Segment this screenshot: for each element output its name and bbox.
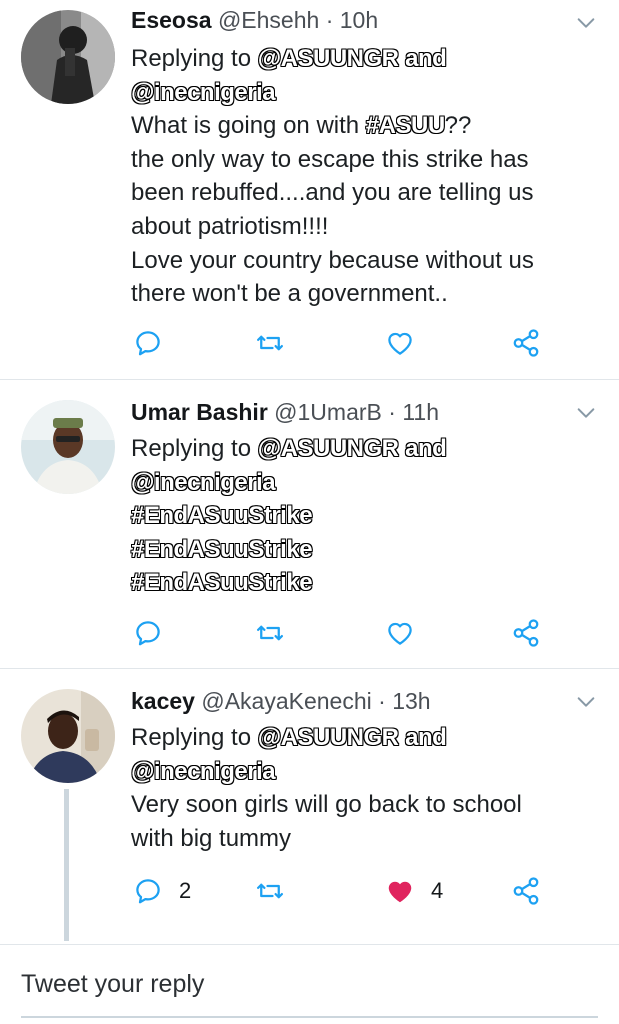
replying-prefix: Replying to xyxy=(131,435,258,462)
retweet-button[interactable] xyxy=(255,618,285,648)
share-icon xyxy=(513,619,539,647)
reply-icon xyxy=(136,331,160,356)
share-icon xyxy=(513,877,539,905)
retweet-button[interactable] xyxy=(255,328,285,358)
tweet-text: Very soon girls will go back to school xyxy=(131,791,522,819)
reply-input[interactable] xyxy=(21,970,581,999)
author-name[interactable]: Umar Bashir xyxy=(131,399,268,425)
share-button[interactable] xyxy=(511,618,541,648)
mention-link[interactable]: @ASUUNGR xyxy=(258,435,399,462)
replying-prefix: Replying to xyxy=(131,45,258,72)
hashtag-link[interactable]: #ASUU xyxy=(366,112,445,139)
divider xyxy=(0,944,619,945)
like-button[interactable]: 4 xyxy=(385,876,443,906)
author-name[interactable]: Eseosa xyxy=(131,7,212,33)
separator: · xyxy=(378,688,386,714)
reply-icon xyxy=(136,621,160,646)
author-name[interactable]: kacey xyxy=(131,688,195,714)
replying-to-line: Replying to @ASUUNGR and xyxy=(131,432,447,466)
retweet-icon xyxy=(257,625,283,641)
tweet-2[interactable]: Umar Bashir @1UmarB · 11h Replying to @A… xyxy=(0,380,619,668)
timestamp[interactable]: 10h xyxy=(340,7,378,33)
replying-prefix: Replying to xyxy=(131,724,258,751)
separator: · xyxy=(325,7,334,33)
reply-button[interactable] xyxy=(133,328,163,358)
avatar[interactable] xyxy=(21,400,115,494)
tweet-text: Love your country because without us xyxy=(131,246,534,274)
chevron-down-icon[interactable] xyxy=(575,691,597,713)
avatar[interactable] xyxy=(21,10,115,104)
like-button[interactable] xyxy=(385,618,415,648)
heart-icon xyxy=(388,622,412,645)
hashtag-link[interactable]: #EndASuuStrike xyxy=(131,502,313,529)
chevron-down-icon[interactable] xyxy=(575,402,597,424)
author-handle[interactable]: @Ehsehh xyxy=(218,7,319,33)
reply-button[interactable]: 2 xyxy=(133,876,191,906)
retweet-icon xyxy=(257,883,283,899)
hashtag-link[interactable]: #EndASuuStrike xyxy=(131,536,313,563)
replying-to-line: Replying to @ASUUNGR and xyxy=(131,721,522,755)
mention-link[interactable]: @inecnigeria xyxy=(131,79,276,106)
tweet-text: been rebuffed....and you are telling us xyxy=(131,179,534,207)
hashtag-link[interactable]: #EndASuuStrike xyxy=(131,569,313,596)
share-icon xyxy=(513,329,539,357)
mention-link[interactable]: @ASUUNGR xyxy=(258,45,399,72)
like-count: 4 xyxy=(431,878,444,903)
tweet-text: the only way to escape this strike has xyxy=(131,145,529,173)
tweet-text: with big tummy xyxy=(131,824,292,852)
avatar-photo xyxy=(21,689,115,783)
reply-count: 2 xyxy=(179,878,192,903)
reply-composer[interactable] xyxy=(21,960,598,1018)
and-text: and xyxy=(405,724,447,751)
mention-link[interactable]: @inecnigeria xyxy=(131,758,276,785)
mention-link[interactable]: @ASUUNGR xyxy=(258,724,399,751)
reply-icon xyxy=(136,879,160,904)
retweet-icon xyxy=(257,335,283,351)
author-handle[interactable]: @1UmarB xyxy=(274,399,382,425)
and-text: and xyxy=(405,45,447,72)
retweet-button[interactable] xyxy=(255,876,285,906)
chevron-down-icon[interactable] xyxy=(575,12,597,34)
and-text: and xyxy=(405,435,447,462)
reply-button[interactable] xyxy=(133,618,163,648)
timestamp[interactable]: 11h xyxy=(402,399,439,425)
share-button[interactable] xyxy=(511,876,541,906)
avatar-photo xyxy=(21,10,115,104)
thread-line xyxy=(64,789,69,941)
timestamp[interactable]: 13h xyxy=(392,688,430,714)
avatar-photo xyxy=(21,400,115,494)
replying-to-line: Replying to @ASUUNGR and xyxy=(131,42,534,76)
tweet-text: about patriotism!!!! xyxy=(131,212,329,240)
avatar[interactable] xyxy=(21,689,115,783)
tweet-text: ?? xyxy=(444,112,472,140)
mention-link[interactable]: @inecnigeria xyxy=(131,469,276,496)
tweet-1[interactable]: Eseosa @Ehsehh · 10h Replying to @ASUUNG… xyxy=(0,0,619,380)
share-button[interactable] xyxy=(511,328,541,358)
heart-filled-icon xyxy=(388,881,412,903)
tweet-text: What is going on with xyxy=(131,112,366,140)
tweet-3[interactable]: kacey @AkayaKenechi · 13h Replying to @A… xyxy=(0,669,619,944)
heart-icon xyxy=(388,332,412,355)
tweet-text: there won't be a government.. xyxy=(131,280,448,308)
author-handle[interactable]: @AkayaKenechi xyxy=(201,688,371,714)
like-button[interactable] xyxy=(385,328,415,358)
separator: · xyxy=(388,399,396,425)
